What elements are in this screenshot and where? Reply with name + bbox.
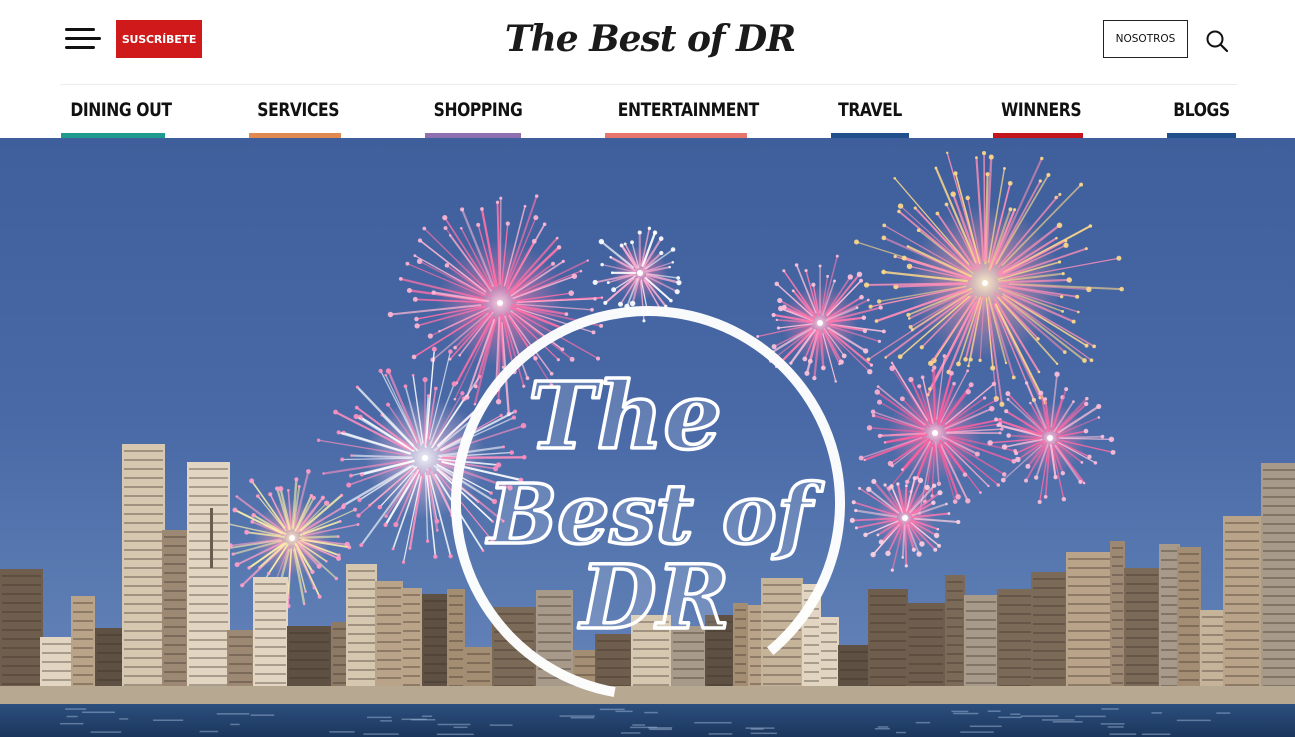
- nav-item-shopping[interactable]: SHOPPING: [425, 85, 523, 138]
- nav-item-label: SHOPPING: [433, 99, 523, 121]
- building: [422, 594, 449, 693]
- building: [331, 622, 348, 693]
- hero-illustration: The Best of DR: [0, 151, 1295, 737]
- water: [0, 704, 1295, 737]
- building: [253, 577, 288, 693]
- building: [71, 596, 95, 693]
- building: [346, 564, 377, 693]
- nav-item-label: ENTERTAINMENT: [617, 99, 759, 121]
- site-logo[interactable]: The Best of DR: [505, 12, 796, 66]
- firework-burst: [221, 469, 360, 609]
- nav-item-dining-out[interactable]: DINING OUT: [61, 85, 172, 138]
- hamburger-menu-icon[interactable]: [65, 28, 101, 50]
- hero-banner[interactable]: The Best of DR: [0, 138, 1295, 737]
- nav-item-entertainment[interactable]: ENTERTAINMENT: [605, 85, 759, 138]
- building: [964, 595, 998, 693]
- building: [945, 575, 965, 693]
- firework-burst: [987, 371, 1116, 505]
- building: [1159, 544, 1180, 693]
- building: [748, 605, 763, 693]
- antenna: [210, 508, 213, 568]
- building: [819, 617, 839, 693]
- building: [838, 645, 870, 693]
- building: [1200, 610, 1225, 693]
- building: [0, 569, 43, 693]
- nav-item-label: BLOGS: [1173, 99, 1230, 121]
- search-icon[interactable]: [1205, 29, 1229, 53]
- category-nav: DINING OUT SERVICES SHOPPING ENTERTAINME…: [0, 85, 1295, 138]
- nav-item-label: WINNERS: [1001, 99, 1082, 121]
- about-button[interactable]: NOSOTROS: [1103, 20, 1188, 58]
- building: [401, 588, 422, 693]
- site-header: SUSCRÍBETE The Best of DR NOSOTROS: [0, 0, 1295, 84]
- building: [997, 589, 1034, 693]
- hero-logo-line-1: The: [528, 362, 722, 470]
- building: [1261, 463, 1295, 693]
- building: [227, 630, 254, 693]
- building: [287, 626, 331, 693]
- building: [1066, 552, 1112, 693]
- firework-burst: [849, 476, 961, 572]
- building: [907, 603, 945, 693]
- building: [187, 462, 230, 693]
- building: [1031, 572, 1067, 693]
- building: [40, 637, 73, 693]
- building: [1223, 516, 1261, 693]
- nav-item-services[interactable]: SERVICES: [249, 85, 341, 138]
- building: [733, 603, 748, 693]
- building: [868, 589, 908, 693]
- nav-item-blogs[interactable]: BLOGS: [1167, 85, 1236, 138]
- nav-item-travel[interactable]: TRAVEL: [831, 85, 909, 138]
- nav-item-label: DINING OUT: [70, 99, 172, 121]
- building: [1124, 568, 1160, 693]
- building: [95, 628, 124, 693]
- building: [1177, 547, 1201, 693]
- nav-item-winners[interactable]: WINNERS: [993, 85, 1083, 138]
- building: [122, 444, 165, 693]
- building: [375, 581, 403, 693]
- nav-item-label: TRAVEL: [838, 99, 902, 121]
- building: [162, 530, 188, 693]
- building: [1110, 541, 1125, 693]
- nav-item-label: SERVICES: [257, 99, 340, 121]
- hero-logo-line-3: DR: [577, 545, 729, 649]
- subscribe-button[interactable]: SUSCRÍBETE: [116, 20, 202, 58]
- building: [447, 589, 465, 693]
